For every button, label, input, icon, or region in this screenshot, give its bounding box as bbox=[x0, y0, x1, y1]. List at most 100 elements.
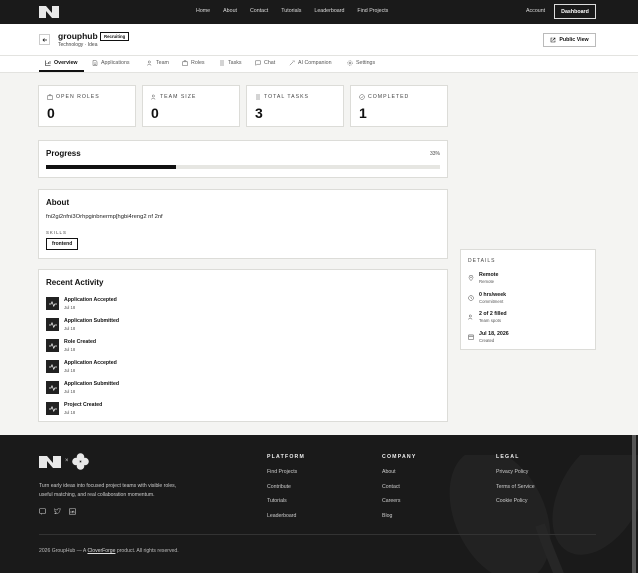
users-icon bbox=[151, 94, 156, 100]
stat-value: 0 bbox=[151, 105, 159, 121]
activity-item: Application Accepted Jul 18 bbox=[46, 359, 246, 375]
about-description: fni2gi2nfni3Orhpginbnermp[hgbi4reng2 nf … bbox=[46, 214, 163, 220]
footer-link-about[interactable]: About bbox=[382, 469, 417, 475]
copyright-text: 2026 GroupHub — A CloverForge product. A… bbox=[39, 548, 179, 554]
footer-column-platform: PLATFORM Find Projects Contribute Tutori… bbox=[267, 454, 306, 519]
footer-link-careers[interactable]: Careers bbox=[382, 498, 417, 504]
activity-item: Role Created Jul 18 bbox=[46, 338, 246, 354]
activity-icon bbox=[46, 381, 59, 394]
footer-column-legal: LEGAL Privacy Policy Terms of Service Co… bbox=[496, 454, 535, 505]
scrollbar-thumb[interactable] bbox=[632, 435, 636, 573]
wand-icon bbox=[289, 60, 295, 66]
stat-card-team-size: TEAM SIZE 0 bbox=[142, 85, 240, 127]
activity-icon bbox=[46, 339, 59, 352]
list-icon bbox=[256, 94, 260, 100]
cloverforge-logo-icon[interactable] bbox=[72, 453, 89, 470]
footer-link-leaderboard[interactable]: Leaderboard bbox=[267, 513, 305, 519]
site-footer: × Turn early ideas into focused project … bbox=[0, 435, 638, 573]
stat-label: OPEN ROLES bbox=[56, 94, 100, 100]
nav-tutorials-link[interactable]: Tutorials bbox=[281, 8, 301, 14]
progress-bar-fill bbox=[46, 165, 177, 169]
footer-link-find-projects[interactable]: Find Projects bbox=[267, 469, 305, 475]
tab-ai-companion[interactable]: AI Companion bbox=[289, 60, 332, 66]
clock-icon bbox=[468, 295, 474, 301]
footer-link-contact[interactable]: Contact bbox=[382, 484, 417, 490]
nav-find-projects-link[interactable]: Find Projects bbox=[357, 8, 388, 14]
tab-tasks[interactable]: Tasks bbox=[219, 60, 242, 66]
tab-chat[interactable]: Chat bbox=[255, 60, 275, 66]
stat-card-completed: COMPLETED 1 bbox=[350, 85, 448, 127]
pin-icon bbox=[468, 275, 474, 281]
activity-title: Recent Activity bbox=[46, 278, 104, 287]
footer-link-terms[interactable]: Terms of Service bbox=[496, 484, 535, 490]
linkedin-icon[interactable] bbox=[69, 508, 76, 515]
footer-link-cookies[interactable]: Cookie Policy bbox=[496, 498, 535, 504]
about-title: About bbox=[46, 198, 70, 207]
activity-icon bbox=[46, 318, 59, 331]
activity-item: Application Accepted Jul 18 bbox=[46, 296, 246, 312]
grouphub-logo-icon[interactable] bbox=[39, 454, 61, 470]
dashboard-button[interactable]: Dashboard bbox=[554, 4, 596, 19]
footer-link-contribute[interactable]: Contribute bbox=[267, 484, 305, 490]
activity-icon bbox=[46, 360, 59, 373]
skill-chip: frontend bbox=[46, 238, 79, 250]
briefcase-icon bbox=[47, 94, 53, 100]
progress-card: Progress 33% bbox=[38, 140, 448, 178]
footer-link-tutorials[interactable]: Tutorials bbox=[267, 498, 305, 504]
detail-location: Remote Remote bbox=[468, 272, 588, 288]
gear-icon bbox=[347, 60, 353, 66]
calendar-icon bbox=[468, 334, 474, 340]
tab-roles[interactable]: Roles bbox=[182, 60, 205, 66]
active-tab-indicator bbox=[39, 70, 84, 72]
footer-column-company: COMPANY About Contact Careers Blog bbox=[382, 454, 417, 519]
footer-link-blog[interactable]: Blog bbox=[382, 513, 417, 519]
stat-label: COMPLETED bbox=[368, 94, 410, 100]
details-card: DETAILS Remote Remote 0 hrs/week Commitm… bbox=[460, 249, 596, 350]
users-icon bbox=[147, 60, 152, 66]
tab-applications[interactable]: Applications bbox=[92, 60, 130, 66]
document-icon bbox=[92, 60, 98, 66]
detail-commitment: 0 hrs/week Commitment bbox=[468, 292, 588, 308]
briefcase-icon bbox=[182, 60, 188, 66]
public-view-label: Public View bbox=[559, 37, 589, 43]
about-card: About fni2gi2nfni3Orhpginbnermp[hgbi4ren… bbox=[38, 189, 448, 259]
back-button[interactable] bbox=[39, 34, 50, 45]
detail-created: Jul 18, 2026 Created bbox=[468, 331, 588, 347]
chart-icon bbox=[45, 60, 51, 66]
footer-description: Turn early ideas into focused project te… bbox=[39, 483, 177, 498]
tab-overview[interactable]: Overview bbox=[45, 60, 78, 66]
stat-value: 1 bbox=[359, 105, 367, 121]
project-tabs: Overview Applications Team Roles Tasks C… bbox=[0, 56, 638, 73]
stat-label: TEAM SIZE bbox=[160, 94, 197, 100]
nav-about-link[interactable]: About bbox=[223, 8, 237, 14]
activity-item: Application Submitted Jul 18 bbox=[46, 317, 246, 333]
clover-watermark-icon bbox=[449, 455, 638, 573]
footer-link-privacy[interactable]: Privacy Policy bbox=[496, 469, 535, 475]
top-navbar: Home About Contact Tutorials Leaderboard… bbox=[0, 0, 638, 24]
activity-item: Project Created Jul 18 bbox=[46, 401, 246, 417]
grouphub-logo-icon[interactable] bbox=[39, 4, 59, 20]
footer-times-symbol: × bbox=[65, 458, 69, 464]
project-header: grouphub Recruiting Technology · Idea Pu… bbox=[0, 24, 638, 56]
progress-percent: 33% bbox=[429, 151, 440, 157]
chat-icon bbox=[255, 60, 261, 66]
tab-settings[interactable]: Settings bbox=[347, 60, 375, 66]
cloverforge-link[interactable]: CloverForge bbox=[87, 548, 115, 554]
nav-contact-link[interactable]: Contact bbox=[250, 8, 268, 14]
skills-label: SKILLS bbox=[46, 230, 67, 235]
detail-team-spots: 2 of 2 filled Team spots bbox=[468, 311, 588, 327]
nav-leaderboard-link[interactable]: Leaderboard bbox=[314, 8, 344, 14]
public-view-button[interactable]: Public View bbox=[543, 33, 596, 47]
github-icon[interactable] bbox=[39, 508, 46, 515]
account-link[interactable]: Account bbox=[526, 8, 545, 14]
nav-home-link[interactable]: Home bbox=[196, 8, 210, 14]
arrow-left-icon bbox=[42, 37, 47, 42]
activity-item: Application Submitted Jul 18 bbox=[46, 380, 246, 396]
tab-team[interactable]: Team bbox=[147, 60, 169, 66]
stat-card-total-tasks: TOTAL TASKS 3 bbox=[246, 85, 344, 127]
twitter-icon[interactable] bbox=[54, 508, 61, 515]
project-title: grouphub bbox=[58, 31, 98, 41]
stat-label: TOTAL TASKS bbox=[264, 94, 310, 100]
progress-bar bbox=[46, 165, 440, 169]
footer-divider bbox=[39, 534, 596, 535]
